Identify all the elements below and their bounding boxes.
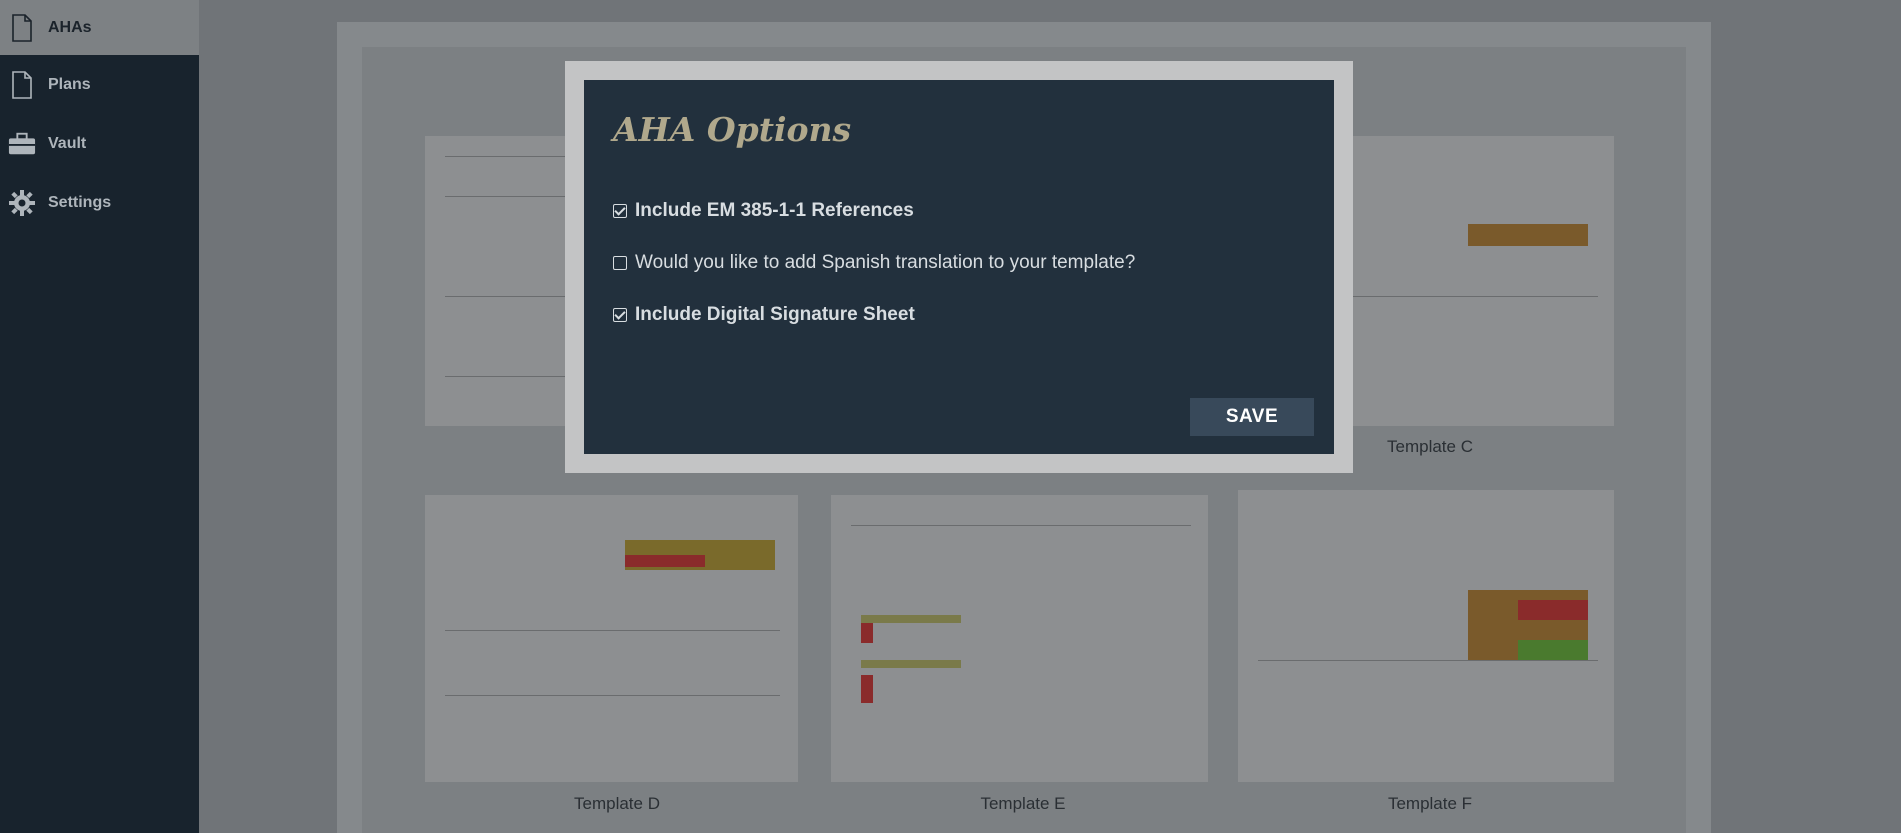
template-d-thumbnail[interactable]	[425, 495, 798, 782]
save-button[interactable]: SAVE	[1190, 398, 1314, 436]
document-icon	[8, 13, 36, 43]
option-label: Include Digital Signature Sheet	[635, 304, 915, 325]
option-label: Would you like to add Spanish translatio…	[635, 252, 1136, 273]
checkbox-checked-icon[interactable]	[613, 308, 627, 322]
sidebar-item-label: AHAs	[48, 18, 92, 36]
option-digital-signature[interactable]: Include Digital Signature Sheet	[613, 304, 915, 326]
template-f-thumbnail[interactable]	[1238, 490, 1614, 782]
template-e-thumbnail[interactable]	[831, 495, 1208, 782]
sidebar-item-ahas[interactable]: AHAs	[0, 0, 199, 55]
sidebar: AHAs Plans Vault Settings	[0, 0, 199, 833]
gear-icon	[8, 188, 36, 218]
sidebar-item-label: Vault	[48, 134, 87, 152]
sidebar-item-label: Plans	[48, 75, 91, 93]
aha-options-modal: AHA Options Include EM 385-1-1 Reference…	[584, 80, 1334, 454]
checkbox-checked-icon[interactable]	[613, 204, 627, 218]
option-label: Include EM 385-1-1 References	[635, 200, 914, 221]
sidebar-item-label: Settings	[48, 193, 112, 211]
checkbox-unchecked-icon[interactable]	[613, 256, 627, 270]
modal-title: AHA Options	[613, 110, 852, 149]
option-spanish-translation[interactable]: Would you like to add Spanish translatio…	[613, 252, 1135, 274]
template-e-label: Template E	[980, 794, 1066, 813]
sidebar-item-vault[interactable]: Vault	[0, 116, 199, 171]
document-icon	[8, 70, 36, 100]
template-f-label: Template F	[1387, 794, 1473, 813]
sidebar-item-settings[interactable]: Settings	[0, 175, 199, 230]
option-em385-references[interactable]: Include EM 385-1-1 References	[613, 200, 914, 222]
briefcase-icon	[8, 129, 36, 159]
sidebar-item-plans[interactable]: Plans	[0, 57, 199, 112]
template-d-label: Template D	[574, 794, 660, 813]
